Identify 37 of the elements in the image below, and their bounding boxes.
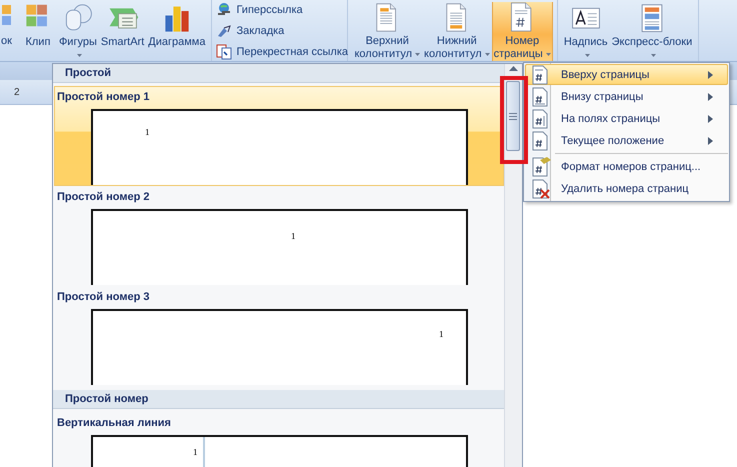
page-number-text: 1: [291, 231, 296, 241]
ribbon-link-button[interactable]: Закладка: [216, 23, 284, 39]
ribbon-button[interactable]: Номер страницы: [492, 2, 553, 61]
gallery-item[interactable]: Простой номер 1 1: [54, 86, 504, 186]
ribbon-button[interactable]: Верхний колонтитул: [352, 2, 422, 61]
menu-item[interactable]: Формат номеров страниц...: [525, 156, 728, 177]
ribbon-button[interactable]: Экспресс-блоки: [610, 2, 694, 61]
page-number-text: 1: [439, 329, 444, 339]
menu-item[interactable]: Вверху страницы: [525, 64, 728, 85]
menu-item[interactable]: На полях страницы: [525, 108, 728, 129]
ribbon-button[interactable]: Надпись: [562, 2, 610, 61]
menu-item[interactable]: Текущее положение: [525, 130, 728, 151]
menu-item[interactable]: Удалить номера страниц: [525, 178, 728, 199]
ribbon-button[interactable]: Нижний колонтитул: [422, 2, 492, 61]
ribbon-button[interactable]: Клип: [18, 2, 57, 61]
page-number-text: 1: [193, 447, 198, 457]
ribbon-button[interactable]: Диаграмма: [146, 2, 208, 61]
scrollbar[interactable]: [504, 64, 522, 467]
ribbon-button[interactable]: Фигуры: [56, 2, 99, 61]
ribbon-link-button[interactable]: Перекрестная ссылка: [216, 44, 348, 60]
globe-link-icon: [216, 2, 232, 18]
scroll-up-arrow-icon: [509, 66, 518, 71]
gallery-section-header: Простой: [53, 64, 504, 83]
gallery-item[interactable]: Простой номер 2 1: [54, 186, 504, 286]
grip-icon: [509, 112, 517, 120]
ribbon-button[interactable]: ок: [0, 2, 13, 61]
ribbon-button[interactable]: SmartArt: [98, 2, 146, 61]
ribbon-link-button[interactable]: Гиперссылка: [216, 2, 303, 18]
page-number-text: 1: [145, 127, 150, 137]
gallery-section-header: Простой номер: [53, 390, 504, 409]
gallery-item[interactable]: Вертикальная линия 1: [54, 412, 504, 467]
cross-reference-icon: [216, 44, 232, 60]
menu-item[interactable]: Внизу страницы: [525, 86, 728, 107]
scrollbar-thumb[interactable]: [506, 81, 520, 151]
pen-flag-icon: [216, 23, 232, 39]
picture-icon: [2, 3, 11, 27]
gallery-item[interactable]: Простой номер 3 1: [54, 286, 504, 386]
